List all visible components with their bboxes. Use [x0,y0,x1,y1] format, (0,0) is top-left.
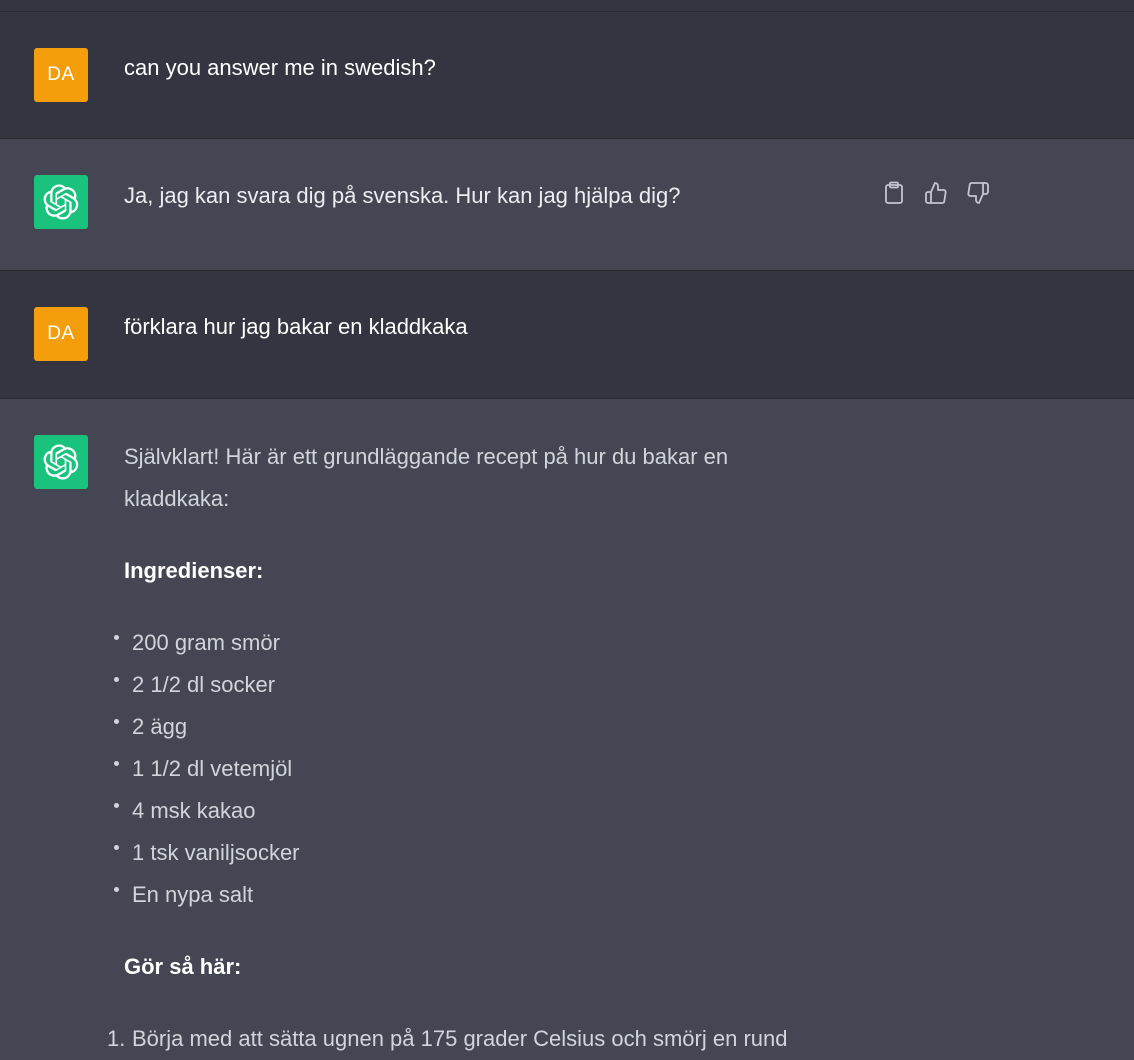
thumbs-up-button[interactable] [922,179,950,207]
user-message-text: can you answer me in swedish? [124,55,436,80]
assistant-avatar [34,175,88,229]
user-message-text: förklara hur jag bakar en kladdkaka [124,314,468,339]
answer-intro-line2: kladdkaka: [124,486,230,511]
ingredients-list: 200 gram smör 2 1/2 dl socker 2 ägg 1 1/… [114,622,824,916]
step-number: 1. [107,1026,126,1051]
openai-logo-icon [43,184,79,220]
copy-button[interactable] [880,179,908,207]
ingredient-item: 200 gram smör [114,622,824,664]
user-message-row: DA förklara hur jag bakar en kladdkaka [0,271,1134,399]
answer-intro-line1: Självklart! Här är ett grundläggande rec… [124,444,729,469]
user-avatar-initials: DA [47,323,75,344]
user-avatar-initials: DA [47,64,75,85]
assistant-message-text: Ja, jag kan svara dig på svenska. Hur ka… [124,183,681,208]
ingredient-item: 1 1/2 dl vetemjöl [114,748,824,790]
ingredient-item: 1 tsk vaniljsocker [114,832,824,874]
steps-list: 1. Börja med att sätta ugnen på 175 grad… [107,1018,824,1060]
steps-heading: Gör så här: [124,954,242,979]
ingredient-item: 2 ägg [114,706,824,748]
ingredients-heading: Ingredienser: [124,558,264,583]
top-edge-bar [0,0,1134,12]
user-avatar: DA [34,307,88,361]
ingredient-item: 2 1/2 dl socker [114,664,824,706]
assistant-avatar [34,435,88,489]
ingredient-item: 4 msk kakao [114,790,824,832]
step-item: 1. Börja med att sätta ugnen på 175 grad… [107,1018,824,1060]
user-avatar: DA [34,48,88,102]
clipboard-icon [885,181,903,204]
ingredient-item: En nypa salt [114,874,824,916]
thumbs-down-icon [967,182,989,204]
openai-logo-icon [43,444,79,480]
assistant-answer: Självklart! Här är ett grundläggande rec… [107,436,824,1060]
assistant-message-row: Ja, jag kan svara dig på svenska. Hur ka… [0,139,1134,271]
thumbs-up-icon [925,182,947,204]
thumbs-down-button[interactable] [964,179,992,207]
message-actions [880,179,992,207]
step-text: Börja med att sätta ugnen på 175 grader … [132,1026,788,1051]
user-message-row: DA can you answer me in swedish? [0,12,1134,139]
